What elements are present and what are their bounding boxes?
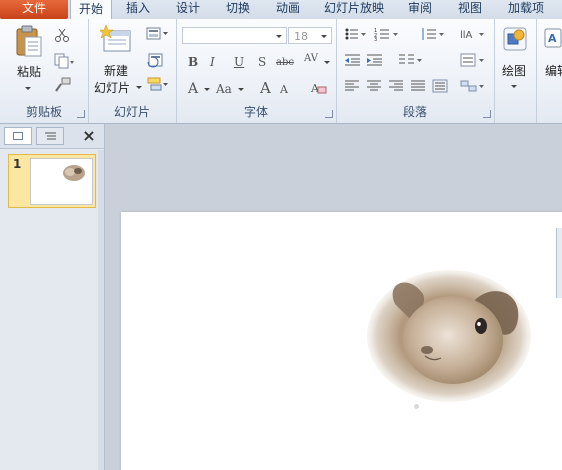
strikethrough-icon[interactable]: abc	[276, 57, 294, 68]
new-slide-label-line2[interactable]: 幻灯片	[94, 79, 130, 96]
font-group: 18 B I U S abc AV A Aa A A A 字体	[176, 19, 337, 123]
outline-tab-icon	[45, 132, 56, 140]
character-spacing-icon[interactable]: AV	[304, 53, 318, 64]
slide-number: 1	[13, 157, 22, 171]
close-panel-icon[interactable]: ×	[80, 127, 98, 145]
columns-icon[interactable]	[398, 53, 424, 67]
font-name-combobox[interactable]	[182, 27, 287, 44]
vertical-scrollbar[interactable]	[556, 228, 562, 298]
bold-icon[interactable]: B	[188, 55, 198, 69]
svg-text:3: 3	[374, 37, 377, 41]
align-text-icon[interactable]	[460, 53, 486, 67]
clipboard-group: 粘贴 剪贴板	[0, 19, 89, 123]
copy-icon[interactable]	[54, 53, 74, 69]
new-slide-icon[interactable]	[100, 25, 132, 55]
paste-icon[interactable]	[13, 25, 43, 57]
editing-button-label[interactable]: 编辑	[545, 62, 562, 79]
paragraph-group-label: 段落	[402, 105, 427, 119]
slide-canvas[interactable]	[121, 212, 562, 470]
drawing-group: 绘图	[494, 19, 534, 123]
new-slide-dropdown-arrow[interactable]	[136, 86, 142, 89]
tab-design[interactable]: 设计	[168, 0, 208, 19]
thumbnail-rabbit-image	[63, 165, 85, 181]
tab-slideshow[interactable]: 幻灯片放映	[318, 0, 390, 19]
slides-tab-icon	[13, 132, 23, 140]
change-case-icon[interactable]: A	[188, 81, 198, 97]
align-left-icon[interactable]	[344, 79, 360, 93]
slide-thumbnail-panel: × 1	[0, 124, 105, 470]
ribbon: 粘贴 剪贴板 新建 幻灯片 幻灯片 18 B I U S abc AV A Aa…	[0, 19, 562, 124]
shrink-font-icon[interactable]: A	[280, 83, 288, 96]
underline-icon[interactable]: U	[234, 55, 244, 69]
numbering-icon[interactable]: 123	[374, 27, 400, 41]
decrease-indent-icon[interactable]	[344, 53, 362, 67]
grow-font-icon[interactable]: A	[260, 79, 271, 97]
panel-scrollbar[interactable]	[98, 150, 104, 470]
font-launcher[interactable]	[325, 110, 333, 118]
slide-thumbnail-image[interactable]	[30, 158, 93, 205]
italic-icon[interactable]: I	[210, 55, 215, 69]
paragraph-launcher[interactable]	[483, 110, 491, 118]
section-icon[interactable]	[146, 76, 170, 92]
editing-group: A 编辑	[536, 19, 562, 123]
font-size-combobox[interactable]: 18	[288, 27, 332, 44]
change-case-dropdown[interactable]	[204, 88, 210, 91]
reset-slide-icon[interactable]	[146, 52, 164, 68]
outline-tab[interactable]	[36, 127, 64, 145]
slide-thumbnail-selected[interactable]: 1	[8, 154, 96, 208]
text-shadow-icon[interactable]: S	[258, 55, 266, 69]
line-spacing-icon[interactable]	[420, 27, 446, 41]
svg-text:A: A	[548, 32, 557, 45]
tab-transitions[interactable]: 切换	[218, 0, 258, 19]
font-name-dropdown-arrow[interactable]	[276, 35, 282, 38]
new-slide-label-line1[interactable]: 新建	[104, 62, 128, 79]
ribbon-tab-bar: 文件 开始 插入 设计 切换 动画 幻灯片放映 审阅 视图 加载项	[0, 0, 562, 20]
panel-tabs: ×	[0, 124, 104, 149]
increase-indent-icon[interactable]	[366, 53, 384, 67]
drawing-button-label[interactable]: 绘图	[502, 62, 526, 79]
tab-animations[interactable]: 动画	[268, 0, 308, 19]
paste-button-label[interactable]: 粘贴	[17, 63, 41, 80]
find-icon[interactable]: A	[543, 27, 562, 51]
rabbit-picture[interactable]	[357, 264, 537, 414]
font-group-label: 字体	[243, 105, 268, 119]
paste-dropdown-arrow[interactable]	[25, 87, 31, 90]
clipboard-launcher[interactable]	[77, 110, 85, 118]
font-aa-dropdown[interactable]	[238, 88, 244, 91]
tab-insert[interactable]: 插入	[118, 0, 158, 19]
align-right-icon[interactable]	[388, 79, 404, 93]
cut-icon[interactable]	[54, 27, 70, 43]
smartart-convert-icon[interactable]	[460, 79, 486, 93]
font-size-dropdown-arrow[interactable]	[321, 35, 327, 38]
slide-editing-area	[105, 124, 562, 470]
slides-group: 新建 幻灯片 幻灯片	[88, 19, 177, 123]
clipboard-group-label: 剪贴板	[25, 105, 62, 119]
layout-icon[interactable]	[146, 27, 170, 41]
character-spacing-dropdown[interactable]	[324, 61, 330, 64]
tab-review[interactable]: 审阅	[400, 0, 440, 19]
format-painter-icon[interactable]	[54, 77, 72, 93]
slides-tab[interactable]	[4, 127, 32, 145]
drawing-dropdown-arrow[interactable]	[511, 85, 517, 88]
drawing-shapes-icon[interactable]	[501, 25, 529, 53]
tab-file[interactable]: 文件	[0, 0, 68, 19]
distributed-icon[interactable]	[432, 79, 448, 93]
slides-group-label: 幻灯片	[113, 105, 150, 119]
svg-text:llA: llA	[460, 30, 473, 41]
tab-view[interactable]: 视图	[450, 0, 490, 19]
font-size-value: 18	[294, 30, 308, 43]
tab-home[interactable]: 开始	[70, 0, 112, 20]
rotation-handle[interactable]	[414, 404, 419, 409]
paragraph-group: 123 llA 段落	[336, 19, 495, 123]
text-direction-icon[interactable]: llA	[460, 27, 486, 41]
clear-formatting-icon[interactable]: A	[310, 80, 328, 96]
justify-icon[interactable]	[410, 79, 426, 93]
tab-addins[interactable]: 加载项	[500, 0, 552, 19]
font-aa-icon[interactable]: Aa	[216, 82, 232, 96]
bullets-icon[interactable]	[344, 27, 368, 41]
align-center-icon[interactable]	[366, 79, 382, 93]
